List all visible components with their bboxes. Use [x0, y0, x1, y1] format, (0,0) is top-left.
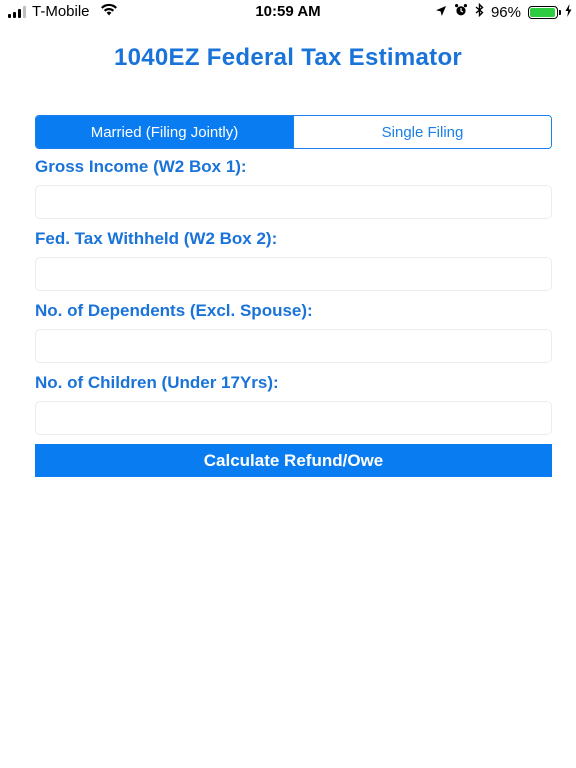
status-right: 96% — [435, 2, 572, 21]
filing-status-control: Married (Filing Jointly) Single Filing — [35, 115, 552, 149]
segment-single-filing[interactable]: Single Filing — [293, 116, 551, 148]
tax-withheld-label: Fed. Tax Withheld (W2 Box 2): — [35, 229, 278, 248]
battery-icon — [528, 5, 561, 19]
calculate-button[interactable]: Calculate Refund/Owe — [35, 444, 552, 477]
tax-withheld-input[interactable] — [35, 257, 552, 291]
segment-married-filing-jointly[interactable]: Married (Filing Jointly) — [36, 116, 293, 148]
gross-income-input[interactable] — [35, 185, 552, 219]
dependents-input[interactable] — [35, 329, 552, 363]
battery-fill — [530, 7, 555, 17]
location-icon — [435, 4, 447, 21]
status-bar: T-Mobile 10:59 AM 96% — [0, 0, 576, 26]
gross-income-label: Gross Income (W2 Box 1): — [35, 157, 247, 176]
children-input[interactable] — [35, 401, 552, 435]
alarm-icon — [454, 3, 468, 21]
children-label: No. of Children (Under 17Yrs): — [35, 373, 279, 392]
charging-icon — [565, 3, 572, 21]
bluetooth-icon — [475, 2, 484, 21]
battery-cap — [559, 9, 561, 15]
page-title: 1040EZ Federal Tax Estimator — [113, 44, 463, 71]
tax-estimator-screen: T-Mobile 10:59 AM 96% 1040EZ Federal Tax… — [0, 0, 576, 768]
dependents-label: No. of Dependents (Excl. Spouse): — [35, 301, 313, 320]
battery-percent: 96% — [490, 3, 521, 21]
